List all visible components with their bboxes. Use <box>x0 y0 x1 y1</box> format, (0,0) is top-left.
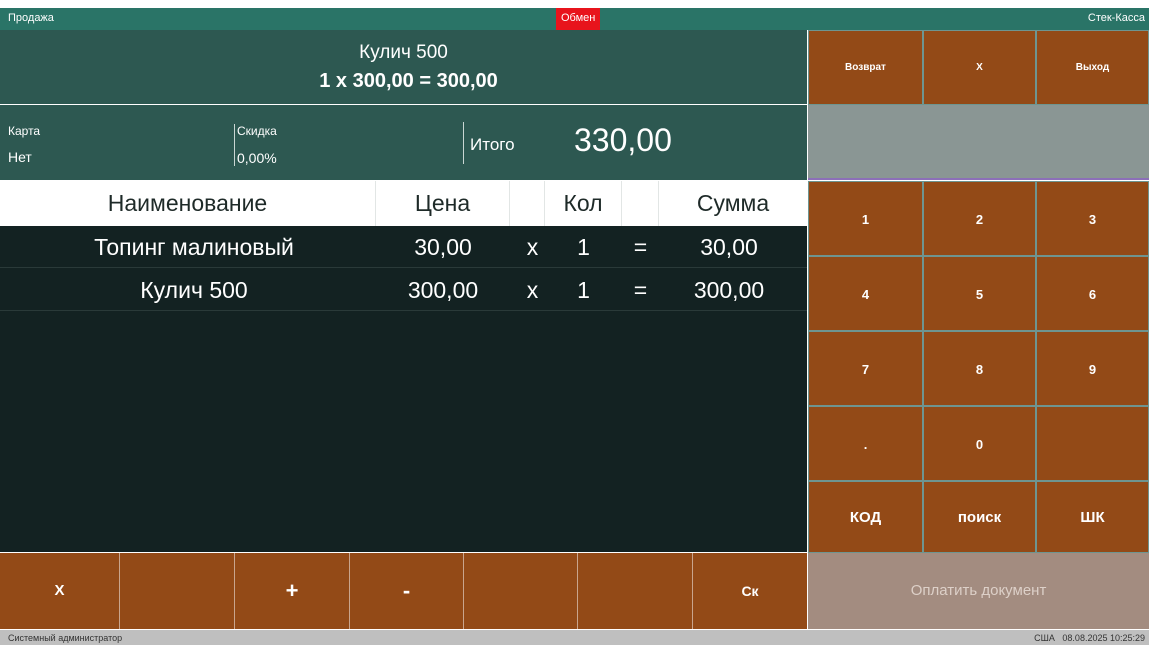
discount-value: 0,00% <box>237 150 277 166</box>
cancel-x-button[interactable]: X <box>923 30 1036 105</box>
row-equals: = <box>633 234 648 260</box>
row-name: Топинг малиновый <box>94 234 294 260</box>
divider <box>234 124 235 166</box>
digit-9-button[interactable]: 9 <box>1036 331 1149 406</box>
row-sum: 300,00 <box>693 277 765 303</box>
row-name: Кулич 500 <box>140 277 248 303</box>
current-item-calc: 1 x 300,00 = 300,00 <box>319 70 498 92</box>
barcode-button[interactable]: ШК <box>1036 481 1149 553</box>
datetime-label: 08.08.2025 10:25:29 <box>1062 633 1145 643</box>
blank-action-button[interactable] <box>120 553 235 629</box>
mode-label: Продажа <box>8 12 54 24</box>
discount-label: Скидка <box>237 124 277 138</box>
return-button[interactable]: Возврат <box>808 30 923 105</box>
digit-1-button[interactable]: 1 <box>808 181 923 256</box>
region-datetime: США 08.08.2025 10:25:29 <box>1034 633 1145 643</box>
items-table-header: Наименование Цена Кол Сумма <box>0 181 807 226</box>
header-price: Цена <box>376 181 510 226</box>
exchange-badge: Обмен <box>556 8 601 30</box>
items-table: Топинг малиновый 30,00 x 1 = 30,00 Кулич… <box>0 226 807 552</box>
row-sum: 30,00 <box>700 234 758 260</box>
current-item-panel: Кулич 500 1 x 300,00 = 300,00 <box>0 30 807 104</box>
digit-4-button[interactable]: 4 <box>808 256 923 331</box>
row-qty: 1 <box>577 277 590 303</box>
blank-action-button[interactable] <box>464 553 578 629</box>
discount-button[interactable]: Ск <box>693 553 807 629</box>
input-display <box>808 105 1149 180</box>
pay-document-button[interactable]: Оплатить документ <box>808 553 1149 629</box>
decimal-point-button[interactable]: . <box>808 406 923 481</box>
exit-button[interactable]: Выход <box>1036 30 1149 105</box>
row-equals: = <box>633 277 648 303</box>
blank-key[interactable] <box>1036 406 1149 481</box>
blank-action-button[interactable] <box>578 553 693 629</box>
digit-7-button[interactable]: 7 <box>808 331 923 406</box>
increase-qty-button[interactable]: + <box>235 553 350 629</box>
row-qty: 1 <box>577 234 590 260</box>
title-bar: Продажа Обмен Стек-Касса <box>0 8 1149 30</box>
header-qty: Кол <box>545 181 622 226</box>
row-price: 300,00 <box>407 277 479 303</box>
header-sum: Сумма <box>696 190 770 216</box>
search-button[interactable]: поиск <box>923 481 1036 553</box>
table-row[interactable]: Кулич 500 300,00 x 1 = 300,00 <box>0 269 807 311</box>
app-name: Стек-Касса <box>1087 12 1145 24</box>
total-label: Итого <box>470 135 515 154</box>
summary-panel: Карта Нет Скидка 0,00% Итого 330,00 <box>0 105 807 180</box>
header-spacer <box>510 181 545 226</box>
current-user: Системный администратор <box>8 633 123 643</box>
header-spacer <box>622 181 659 226</box>
status-bar: Системный администратор США 08.08.2025 1… <box>0 630 1149 645</box>
code-button[interactable]: КОД <box>808 481 923 553</box>
decrease-qty-button[interactable]: - <box>350 553 464 629</box>
digit-0-button[interactable]: 0 <box>923 406 1036 481</box>
card-value: Нет <box>8 149 32 165</box>
table-row[interactable]: Топинг малиновый 30,00 x 1 = 30,00 <box>0 226 807 268</box>
total-value: 330,00 <box>574 122 672 158</box>
digit-8-button[interactable]: 8 <box>923 331 1036 406</box>
delete-line-button[interactable]: X <box>0 553 120 629</box>
digit-2-button[interactable]: 2 <box>923 181 1036 256</box>
row-price: 30,00 <box>414 234 472 260</box>
digit-5-button[interactable]: 5 <box>923 256 1036 331</box>
divider <box>463 122 464 164</box>
digit-6-button[interactable]: 6 <box>1036 256 1149 331</box>
header-name: Наименование <box>0 181 376 226</box>
region-label: США <box>1034 633 1055 643</box>
card-label: Карта <box>8 124 41 138</box>
digit-3-button[interactable]: 3 <box>1036 181 1149 256</box>
current-item-name: Кулич 500 <box>359 42 448 63</box>
